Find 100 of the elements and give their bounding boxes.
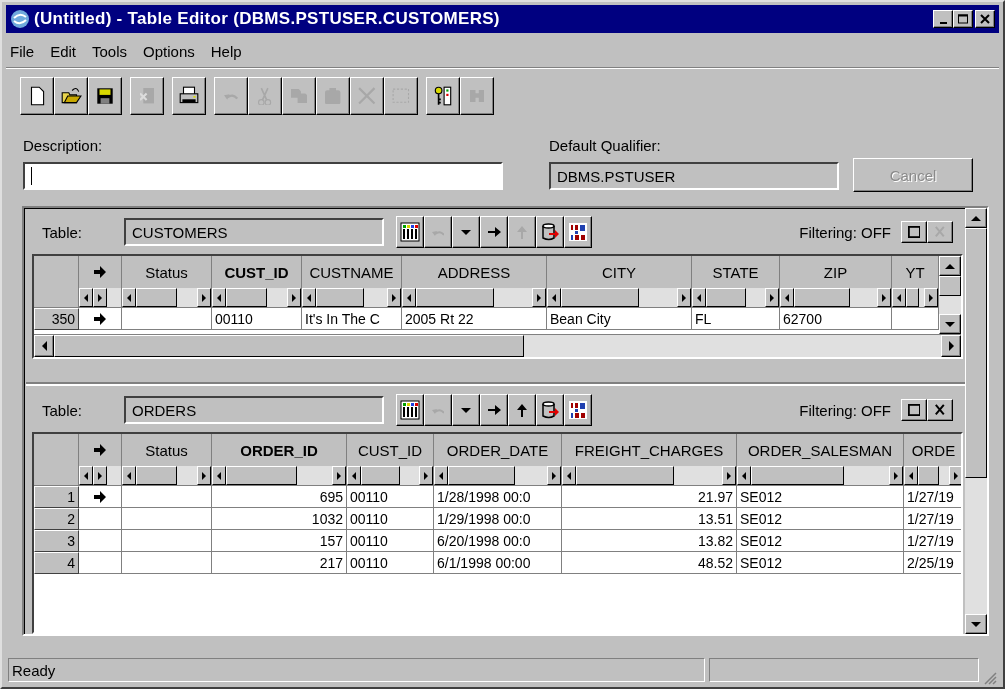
column-scrollbar[interactable] — [892, 288, 939, 308]
column-scrollbar[interactable] — [780, 288, 892, 308]
row-header[interactable]: 2 — [34, 508, 79, 530]
sort-button[interactable] — [564, 216, 592, 248]
columns-button[interactable] — [396, 394, 424, 426]
menu-item[interactable]: Tools — [92, 42, 128, 60]
scroll-thumb[interactable] — [906, 288, 919, 307]
vertical-scrollbar[interactable] — [965, 208, 987, 634]
table-label: Table: — [41, 223, 84, 241]
scroll-thumb[interactable] — [226, 466, 298, 485]
qualifier-field[interactable]: DBMS.PSTUSER — [549, 162, 839, 190]
column-header[interactable]: STATE — [692, 256, 780, 288]
scroll-thumb[interactable] — [751, 466, 844, 485]
column-scrollbar[interactable] — [347, 466, 434, 486]
column-scrollbar[interactable] — [562, 466, 737, 486]
menu-item[interactable]: Options — [143, 42, 195, 60]
menu-item[interactable]: File — [10, 42, 35, 60]
table-field[interactable]: ORDERS — [124, 396, 384, 424]
column-scrollbar[interactable] — [737, 466, 904, 486]
scroll-thumb[interactable] — [448, 466, 515, 485]
column-header[interactable]: YT — [892, 256, 939, 288]
sort-button[interactable] — [564, 394, 592, 426]
column-scrollbar[interactable] — [402, 288, 547, 308]
right-triangle-icon — [202, 293, 206, 302]
scroll-thumb[interactable] — [416, 288, 494, 307]
up-button[interactable] — [508, 394, 536, 426]
scroll-thumb[interactable] — [561, 288, 639, 307]
column-scrollbar[interactable] — [79, 466, 122, 486]
scroll-thumb[interactable] — [918, 466, 940, 485]
key-button[interactable] — [426, 77, 460, 115]
columns-icon — [400, 222, 420, 242]
dropdown-button[interactable] — [452, 216, 480, 248]
print-button[interactable] — [172, 77, 206, 115]
column-scrollbar[interactable] — [547, 288, 692, 308]
new-button[interactable] — [20, 77, 54, 115]
right-triangle-icon — [337, 471, 341, 480]
row-header[interactable]: 4 — [34, 552, 79, 574]
row-header[interactable]: 350 — [34, 308, 79, 330]
table-cell: 6/1/1998 00:00 — [434, 552, 562, 574]
column-header[interactable]: Status — [122, 434, 212, 466]
close-button[interactable] — [975, 10, 995, 28]
column-scrollbar[interactable] — [79, 288, 122, 308]
column-scrollbar[interactable] — [302, 288, 402, 308]
column-scrollbar[interactable] — [434, 466, 562, 486]
column-scrollbar[interactable] — [122, 466, 212, 486]
table-cell: 00110 — [347, 530, 434, 552]
column-scrollbar[interactable] — [212, 288, 302, 308]
menu-item[interactable]: Help — [210, 42, 242, 60]
clipboard-icon — [325, 87, 341, 105]
menu-item[interactable]: Edit — [50, 42, 77, 60]
scroll-thumb[interactable] — [576, 466, 674, 485]
columns-button[interactable] — [396, 216, 424, 248]
minimize-icon — [939, 21, 947, 24]
filter-button[interactable] — [901, 399, 927, 421]
column-header[interactable]: CITY — [547, 256, 692, 288]
column-scrollbar[interactable] — [692, 288, 780, 308]
column-header[interactable]: CUST_ID — [212, 256, 302, 288]
right-triangle-icon — [948, 341, 954, 351]
vertical-scrollbar[interactable] — [939, 256, 961, 334]
column-header[interactable]: ORDER_ID — [212, 434, 347, 466]
export-button[interactable] — [536, 216, 564, 248]
row-header[interactable]: 3 — [34, 530, 79, 552]
scroll-thumb[interactable] — [316, 288, 364, 307]
scroll-thumb[interactable] — [794, 288, 850, 307]
save-button[interactable] — [88, 77, 122, 115]
table-field[interactable]: CUSTOMERS — [124, 218, 384, 246]
column-header[interactable]: Status — [122, 256, 212, 288]
scroll-thumb[interactable] — [136, 288, 178, 307]
column-scrollbar[interactable] — [122, 288, 212, 308]
column-header[interactable]: ORDER_DATE — [434, 434, 562, 466]
scroll-thumb[interactable] — [361, 466, 401, 485]
table-label: Table: — [41, 401, 84, 419]
column-scrollbar[interactable] — [904, 466, 961, 486]
document-icon — [139, 88, 155, 104]
scroll-thumb[interactable] — [226, 288, 268, 307]
column-header[interactable]: CUSTNAME — [302, 256, 402, 288]
next-button[interactable] — [480, 394, 508, 426]
next-button[interactable] — [480, 216, 508, 248]
table-cell: 6/20/1998 00:0 — [434, 530, 562, 552]
clear-filter-button[interactable] — [927, 399, 953, 421]
column-header[interactable]: ADDRESS — [402, 256, 547, 288]
minimize-button[interactable] — [933, 10, 953, 28]
description-field[interactable] — [23, 162, 503, 190]
column-header[interactable]: FREIGHT_CHARGES — [562, 434, 737, 466]
row-header[interactable]: 1 — [34, 486, 79, 508]
dropdown-button[interactable] — [452, 394, 480, 426]
column-header[interactable]: ORDER_SALESMAN — [737, 434, 904, 466]
column-header[interactable]: CUST_ID — [347, 434, 434, 466]
scroll-thumb[interactable] — [706, 288, 746, 307]
left-triangle-icon — [217, 471, 221, 480]
column-header[interactable]: ZIP — [780, 256, 892, 288]
maximize-button[interactable] — [953, 10, 973, 28]
filter-button[interactable] — [901, 221, 927, 243]
scroll-thumb[interactable] — [136, 466, 178, 485]
table-cell: 48.52 — [562, 552, 737, 574]
horizontal-scrollbar[interactable] — [34, 334, 961, 357]
export-button[interactable] — [536, 394, 564, 426]
column-scrollbar[interactable] — [212, 466, 347, 486]
column-header[interactable]: ORDE — [904, 434, 961, 466]
open-button[interactable] — [54, 77, 88, 115]
